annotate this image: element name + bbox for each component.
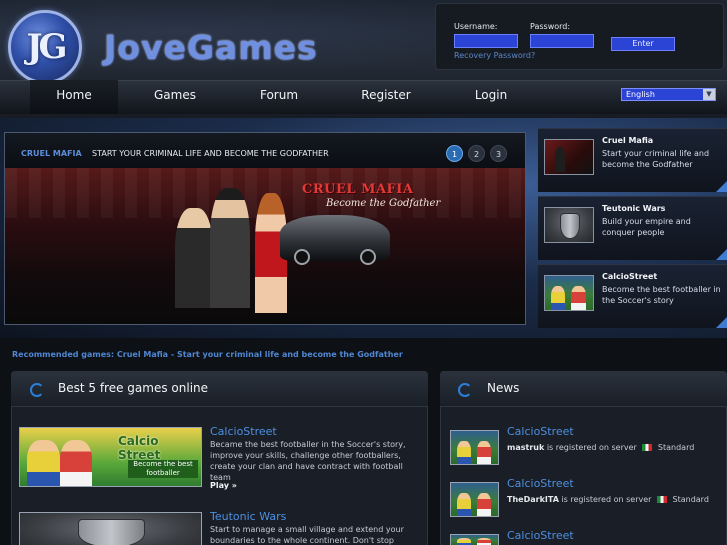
soccer-thumb-icon[interactable] <box>450 534 499 545</box>
recovery-password-link[interactable]: Recovery Password? <box>454 51 535 60</box>
ring-icon <box>30 383 44 397</box>
username-label: Username: <box>454 22 498 31</box>
soccer-thumb-icon <box>544 275 594 311</box>
slider-page-3[interactable]: 3 <box>490 145 507 162</box>
top-games-title: Best 5 free games online <box>58 381 209 395</box>
mafia-thumb-icon <box>544 139 594 175</box>
mafia-character-1 <box>175 208 213 308</box>
game-desc-calciostreet: Became the best footballer in the Soccer… <box>210 440 406 482</box>
news-action: is registered on server <box>561 495 652 504</box>
nav-register[interactable]: Register <box>346 80 426 114</box>
slider-artwork[interactable] <box>5 168 525 324</box>
language-select[interactable]: English ▼ <box>621 88 716 101</box>
news-action: is registered on server <box>546 443 637 452</box>
side-game-card-calciostreet[interactable]: CalcioStreet Become the best footballer … <box>538 264 727 328</box>
game-desc-teutonic-wars: Start to manage a small village and exte… <box>210 525 404 545</box>
nav-home[interactable]: Home <box>30 80 118 114</box>
news-item-text: TheDarkITA is registered on server Stand… <box>507 495 709 504</box>
slider-page-1[interactable]: 1 <box>446 145 463 162</box>
side-game-card-teutonic-wars[interactable]: Teutonic Wars Build your empire and conq… <box>538 196 727 260</box>
news-title: News <box>487 381 520 395</box>
artwork-subtitle: Become the Godfather <box>326 198 441 209</box>
italy-flag-icon <box>656 496 667 503</box>
side-game-card-cruel-mafia[interactable]: Cruel Mafia Start your criminal life and… <box>538 128 727 192</box>
slider-game-name[interactable]: CRUEL MAFIA <box>21 149 82 158</box>
chevron-down-icon[interactable]: ▼ <box>703 89 715 100</box>
news-item-text: mastruk is registered on server Standard <box>507 443 694 452</box>
side-game-title: CalcioStreet <box>602 272 658 281</box>
logo-mark: JG <box>26 27 67 67</box>
game-title-teutonic-wars[interactable]: Teutonic Wars <box>210 510 286 523</box>
site-logo-text[interactable]: JoveGames <box>104 28 318 67</box>
game-title-calciostreet[interactable]: CalcioStreet <box>210 425 277 438</box>
news-item-title[interactable]: CalcioStreet <box>507 425 574 438</box>
news-username[interactable]: TheDarkITA <box>507 495 559 504</box>
slider-tagline: START YOUR CRIMINAL LIFE AND BECOME THE … <box>92 149 329 158</box>
side-game-desc: Build your empire and conquer people <box>602 217 691 237</box>
play-button-calciostreet[interactable]: Play » <box>210 481 237 490</box>
slider-page-2[interactable]: 2 <box>468 145 485 162</box>
corner-arrow-icon <box>716 317 727 328</box>
soccer-thumb-icon[interactable] <box>450 430 499 465</box>
news-username[interactable]: mastruk <box>507 443 544 452</box>
corner-arrow-icon <box>716 181 727 192</box>
italy-flag-icon <box>642 444 653 451</box>
corner-arrow-icon <box>716 249 727 260</box>
news-item-title[interactable]: CalcioStreet <box>507 477 574 490</box>
vintage-car-art <box>280 215 390 265</box>
username-input[interactable] <box>454 34 518 48</box>
nav-games[interactable]: Games <box>134 80 216 114</box>
ring-icon <box>458 383 472 397</box>
news-server: Standard <box>657 443 695 452</box>
recommended-games-text[interactable]: Recommended games: Cruel Mafia - Start y… <box>12 350 403 359</box>
news-server: Standard <box>672 495 709 504</box>
language-value: English <box>626 90 655 99</box>
nav-forum[interactable]: Forum <box>240 80 318 114</box>
car-wheel <box>294 249 310 265</box>
nav-login[interactable]: Login <box>458 80 524 114</box>
artwork-title: CRUEL MAFIA <box>302 182 414 197</box>
calciostreet-banner-title: Calcio Street <box>118 434 161 462</box>
teutonic-wars-banner[interactable] <box>19 512 202 545</box>
news-item-title[interactable]: CalcioStreet <box>507 529 574 542</box>
calciostreet-banner[interactable]: Calcio Street Become the best footballer <box>19 427 202 487</box>
side-game-desc: Start your criminal life and become the … <box>602 149 710 169</box>
calciostreet-banner-sub: Become the best footballer <box>128 460 198 478</box>
shield-thumb-icon <box>544 207 594 243</box>
news-header <box>440 371 727 407</box>
side-game-desc: Become the best footballer in the Soccer… <box>602 285 721 305</box>
soccer-thumb-icon[interactable] <box>450 482 499 517</box>
password-input[interactable] <box>530 34 594 48</box>
car-wheel <box>360 249 376 265</box>
password-label: Password: <box>530 22 571 31</box>
side-game-title: Cruel Mafia <box>602 136 654 145</box>
mafia-character-2 <box>210 188 250 308</box>
side-game-title: Teutonic Wars <box>602 204 666 213</box>
enter-button[interactable]: Enter <box>611 37 675 51</box>
